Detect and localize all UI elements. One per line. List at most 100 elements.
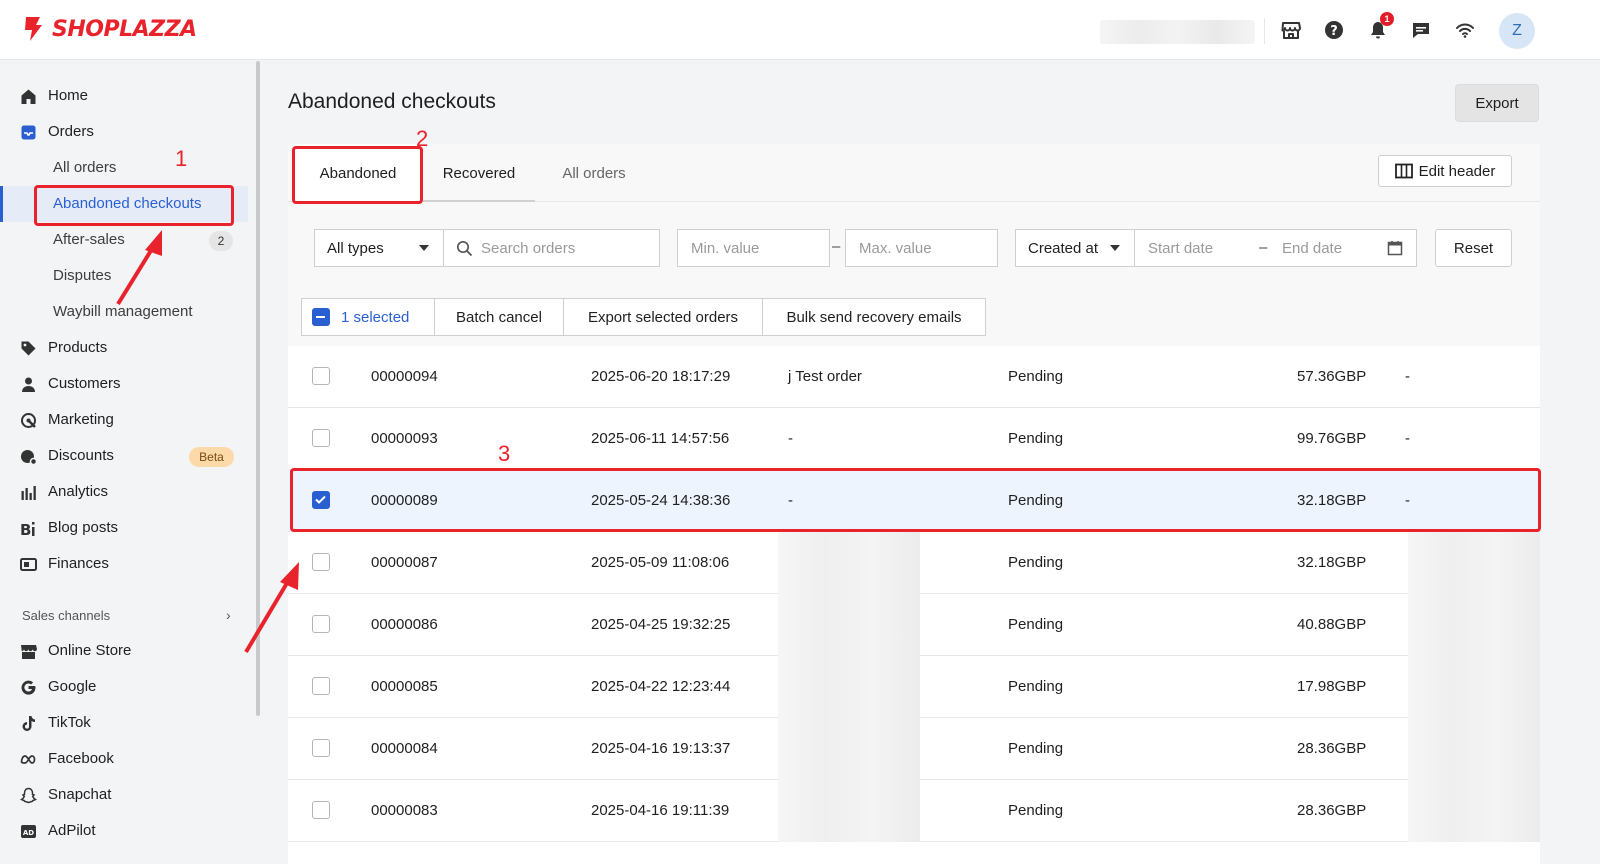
avatar[interactable]: Z	[1499, 13, 1535, 49]
sidebar-item-marketing[interactable]: Marketing	[0, 402, 248, 438]
sidebar-item-facebook[interactable]: Facebook	[0, 741, 248, 777]
order-amount: 17.98GBP	[1297, 678, 1367, 695]
caret-down-icon	[1110, 245, 1120, 251]
sidebar-item-orders[interactable]: Orders	[0, 114, 248, 150]
shoplazza-logo[interactable]: SHOPLAZZA	[22, 15, 197, 43]
wifi-icon[interactable]	[1453, 18, 1477, 42]
order-date: 2025-04-25 19:32:25	[591, 616, 731, 633]
sidebar-subitem-waybill-management[interactable]: Waybill management	[0, 294, 248, 330]
sidebar-item-tiktok[interactable]: TikTok	[0, 705, 248, 741]
marketing-icon	[20, 412, 37, 429]
blurred-store-name	[1100, 20, 1255, 44]
row-checkbox[interactable]	[312, 739, 330, 757]
sidebar-item-finances[interactable]: Finances	[0, 546, 248, 582]
svg-text:?: ?	[1330, 24, 1338, 39]
row-checkbox[interactable]	[312, 677, 330, 695]
order-amount: 40.88GBP	[1297, 616, 1367, 633]
sidebar-item-blog-posts[interactable]: B Blog posts	[0, 510, 248, 546]
sidebar-item-online-store[interactable]: Online Store	[0, 633, 248, 669]
help-icon[interactable]: ?	[1322, 18, 1346, 42]
bulk-send-recovery-emails-button[interactable]: Bulk send recovery emails	[762, 298, 986, 336]
date-range-dash: –	[1259, 239, 1268, 256]
sidebar-item-google[interactable]: Google	[0, 669, 248, 705]
batch-cancel-button[interactable]: Batch cancel	[434, 298, 564, 336]
adpilot-icon: AD	[20, 823, 37, 840]
row-checkbox[interactable]	[312, 615, 330, 633]
row-checkbox[interactable]	[312, 553, 330, 571]
table-row[interactable]: 00000094 2025-06-20 18:17:29 j Test orde…	[288, 346, 1540, 408]
annotation-box	[290, 468, 1541, 532]
order-note: -	[788, 430, 793, 447]
annotation-box	[292, 146, 423, 204]
export-selected-button[interactable]: Export selected orders	[563, 298, 763, 336]
row-checkbox[interactable]	[312, 429, 330, 447]
max-value-input[interactable]: Max. value	[845, 229, 998, 267]
order-id[interactable]: 00000093	[371, 430, 438, 447]
row-checkbox[interactable]	[312, 367, 330, 385]
store-icon[interactable]	[1279, 18, 1303, 42]
svg-text:B: B	[20, 521, 31, 537]
sidebar-item-discounts[interactable]: Discounts Beta	[0, 438, 248, 474]
beta-badge: Beta	[189, 447, 234, 467]
selected-count-label: 1 selected	[341, 308, 410, 326]
chat-icon[interactable]	[1409, 18, 1433, 42]
analytics-icon	[20, 484, 37, 501]
sidebar-item-customers[interactable]: Customers	[0, 366, 248, 402]
filters-bar: All types Search orders Min. value – Max…	[288, 202, 1540, 346]
order-id[interactable]: 00000085	[371, 678, 438, 695]
select-all-checkbox[interactable]	[312, 308, 330, 326]
sidebar-item-adpilot[interactable]: AD AdPilot	[0, 813, 248, 849]
range-dash: –	[832, 238, 841, 255]
sidebar-subitem-all-orders[interactable]: All orders	[0, 150, 248, 186]
minus-icon	[316, 316, 325, 318]
caret-down-icon	[419, 245, 429, 251]
sidebar-subitem-label: Disputes	[53, 267, 112, 284]
sidebar-scrollbar[interactable]	[256, 61, 260, 716]
reset-button[interactable]: Reset	[1435, 229, 1512, 267]
sidebar-subitem-disputes[interactable]: Disputes	[0, 258, 248, 294]
date-range-picker[interactable]: Start date – End date	[1134, 229, 1417, 267]
order-date: 2025-05-09 11:08:06	[591, 554, 730, 571]
bell-icon[interactable]: 1	[1366, 12, 1394, 42]
order-status: Pending	[1008, 368, 1064, 385]
type-select[interactable]: All types	[314, 229, 444, 267]
order-id[interactable]: 00000084	[371, 740, 438, 757]
table-row[interactable]: 00000093 2025-06-11 14:57:56 - Pending 9…	[288, 408, 1540, 470]
edit-header-button[interactable]: Edit header	[1378, 155, 1512, 187]
tab-recovered[interactable]: Recovered	[423, 144, 535, 202]
order-status: Pending	[1008, 430, 1064, 447]
order-id[interactable]: 00000087	[371, 554, 438, 571]
sidebar-item-label: Google	[48, 678, 97, 695]
redacted-area	[1408, 532, 1540, 842]
brand-name: SHOPLAZZA	[52, 16, 197, 42]
selected-count[interactable]: 1 selected	[301, 298, 435, 336]
sidebar-item-label: AdPilot	[48, 822, 96, 839]
tabs-bar: Abandoned Recovered All orders Edit head…	[288, 144, 1540, 202]
order-id[interactable]: 00000094	[371, 368, 438, 385]
order-note: j Test order	[788, 368, 862, 385]
order-id[interactable]: 00000083	[371, 802, 438, 819]
sidebar-subitem-after-sales[interactable]: After-sales 2	[0, 222, 248, 258]
sidebar-item-products[interactable]: Products	[0, 330, 248, 366]
sidebar-item-label: Orders	[48, 123, 94, 140]
sidebar-subitem-label: After-sales	[53, 231, 125, 248]
chevron-right-icon[interactable]: ›	[226, 607, 231, 623]
search-input[interactable]: Search orders	[443, 229, 660, 267]
date-type-value: Created at	[1028, 239, 1099, 257]
max-value-placeholder: Max. value	[859, 239, 932, 257]
order-status: Pending	[1008, 740, 1064, 757]
order-status: Pending	[1008, 802, 1064, 819]
min-value-input[interactable]: Min. value	[677, 229, 830, 267]
sidebar-item-home[interactable]: Home	[0, 78, 248, 114]
order-id[interactable]: 00000086	[371, 616, 438, 633]
date-type-select[interactable]: Created at	[1015, 229, 1135, 267]
sidebar-item-snapchat[interactable]: Snapchat	[0, 777, 248, 813]
export-button[interactable]: Export	[1455, 84, 1539, 122]
tab-all-orders[interactable]: All orders	[535, 144, 653, 202]
sidebar-subitem-label: All orders	[53, 159, 117, 176]
blog-icon: B	[20, 520, 37, 537]
sidebar-item-analytics[interactable]: Analytics	[0, 474, 248, 510]
row-checkbox[interactable]	[312, 801, 330, 819]
calendar-icon	[1387, 241, 1403, 256]
order-amount: 57.36GBP	[1297, 368, 1367, 385]
